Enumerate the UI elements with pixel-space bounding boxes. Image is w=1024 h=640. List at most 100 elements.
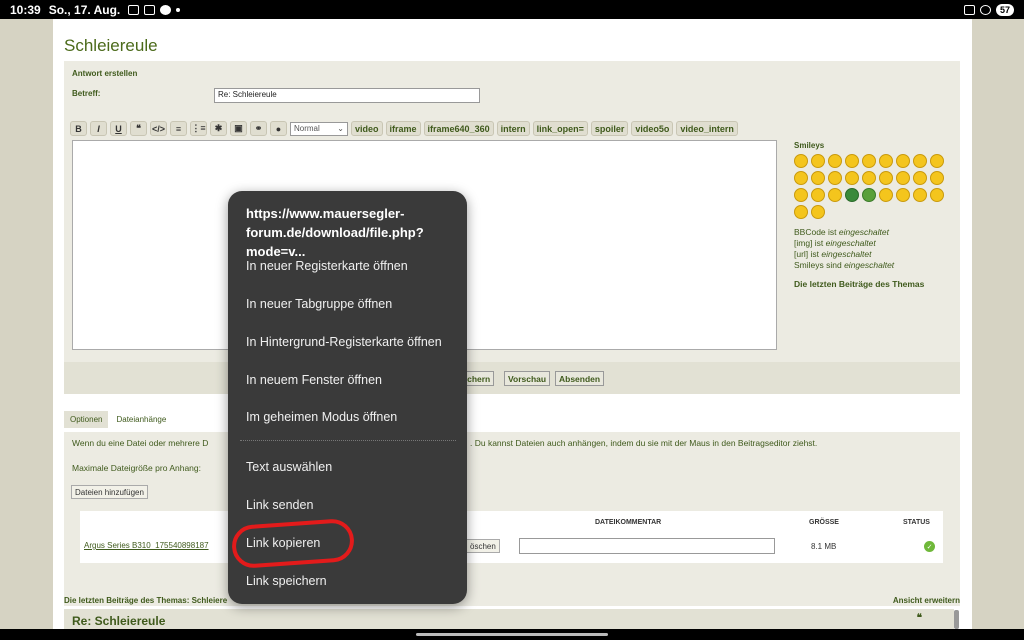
smiley-icon[interactable] [913,171,927,185]
preview-button[interactable]: Vorschau [504,371,551,386]
url-state: eingeschaltet [821,249,872,259]
dnd-icon [979,4,991,15]
smiley-icon[interactable] [811,205,825,219]
color-button[interactable]: ● [270,121,287,136]
recent-posts-label: Die letzten Beiträge des Themas: Schleie… [64,596,228,605]
col-size-header: GRÖSSE [809,519,839,526]
tag-spoiler-button[interactable]: spoiler [590,121,629,136]
context-menu-url: https://www.mauersegler-forum.de/downloa… [246,206,424,259]
link-button[interactable]: ⚭ [250,121,267,136]
bbcode-status: BBCode ist eingeschaltet [img] ist einge… [794,227,954,271]
italic-button[interactable]: I [90,121,107,136]
list-item-button[interactable]: ✱ [210,121,227,136]
smileys-state: eingeschaltet [844,260,895,270]
menu-select-text[interactable]: Text auswählen [246,460,332,474]
smiley-icon[interactable] [794,205,808,219]
tab-attachments[interactable]: Dateianhänge [110,411,173,428]
subject-label: Betreff: [72,89,101,98]
smiley-icon[interactable] [862,188,876,202]
tag-iframe-button[interactable]: iframe [385,121,421,136]
page-title: Schleiereule [64,36,158,55]
tag-video5o-button[interactable]: video5o [631,121,674,136]
smiley-icon[interactable] [828,188,842,202]
tag-link-open-button[interactable]: link_open= [532,121,588,136]
smileys-heading: Smileys [794,141,825,150]
quote-icon[interactable]: ❝ [917,613,922,624]
ordered-list-button[interactable]: ⋮≡ [190,121,207,136]
mail-icon [144,4,156,15]
subject-input[interactable]: Re: Schleiereule [214,88,480,103]
smiley-icon[interactable] [879,171,893,185]
add-files-button[interactable]: Dateien hinzufügen [71,485,148,499]
underline-button[interactable]: U [110,121,127,136]
smiley-icon[interactable] [930,171,944,185]
smiley-icon[interactable] [828,154,842,168]
smiley-icon[interactable] [845,171,859,185]
smiley-icon[interactable] [862,171,876,185]
quote-button[interactable]: ❝ [130,121,147,136]
bold-button[interactable]: B [70,121,87,136]
smiley-icon[interactable] [811,171,825,185]
smiley-icon[interactable] [828,171,842,185]
expand-view-link[interactable]: Ansicht erweitern [893,596,960,605]
bbcode-label: BBCode ist [794,227,839,237]
menu-open-incognito[interactable]: Im geheimen Modus öffnen [246,410,397,424]
code-button[interactable]: </> [150,121,167,136]
smiley-icon[interactable] [845,188,859,202]
url-label: [url] ist [794,249,822,259]
smiley-icon[interactable] [811,154,825,168]
recent-posts-link[interactable]: Die letzten Beiträge des Themas [794,279,954,289]
clock: 10:39 [10,2,41,17]
font-size-select[interactable]: Normal ⌄ [290,121,348,136]
menu-open-new-tab[interactable]: In neuer Registerkarte öffnen [246,259,408,273]
menu-open-background-tab[interactable]: In Hintergrund-Registerkarte öffnen [246,335,442,349]
attach-info-left: Wenn du eine Datei oder mehrere D [72,438,209,448]
page-scrollbar[interactable] [954,610,959,629]
smiley-icon[interactable] [845,154,859,168]
tag-video-intern-button[interactable]: video_intern [676,121,738,136]
smiley-icon[interactable] [862,154,876,168]
smiley-icon[interactable] [930,188,944,202]
tag-video-button[interactable]: video [351,121,383,136]
smiley-icon[interactable] [879,188,893,202]
smiley-icon[interactable] [896,154,910,168]
smiley-icon[interactable] [794,154,808,168]
menu-open-new-window[interactable]: In neuem Fenster öffnen [246,373,382,387]
more-notifications-icon [176,7,181,12]
list-button[interactable]: ≡ [170,121,187,136]
smiley-icon[interactable] [913,188,927,202]
file-size: 8.1 MB [811,542,837,551]
col-status-header: STATUS [903,519,930,526]
menu-share-link[interactable]: Link senden [246,498,313,512]
reply-form: Antwort erstellen Betreff: Re: Schleiere… [64,61,960,379]
smiley-icon[interactable] [794,171,808,185]
smiley-icon[interactable] [811,188,825,202]
form-tabs: Optionen Dateianhänge [64,411,173,428]
submit-button[interactable]: Absenden [555,371,605,386]
smiley-icon[interactable] [930,154,944,168]
tab-options[interactable]: Optionen [64,411,109,428]
smiley-icon[interactable] [879,154,893,168]
gesture-handle[interactable] [416,633,608,636]
menu-save-link[interactable]: Link speichern [246,574,327,588]
smiley-icon[interactable] [794,188,808,202]
attachment-file-link[interactable]: Argus Series B310_175540898187 [84,541,209,550]
check-circle-icon: ✓ [924,541,935,552]
menu-open-new-tab-group[interactable]: In neuer Tabgruppe öffnen [246,297,392,311]
attachments-panel: Wenn du eine Datei oder mehrere D . Du k… [64,432,960,606]
smiley-icon[interactable] [896,188,910,202]
navigation-bar [0,629,1024,640]
tag-intern-button[interactable]: intern [496,121,530,136]
tag-iframe640-button[interactable]: iframe640_360 [423,121,494,136]
smiley-icon[interactable] [896,171,910,185]
bbcode-state: eingeschaltet [838,227,889,237]
chevron-down-icon: ⌄ [337,124,344,133]
file-comment-input[interactable] [519,538,775,554]
delete-attachment-button[interactable]: öschen [466,539,500,553]
status-bar: 10:39 So., 17. Aug. 57 [0,0,1024,19]
image-button[interactable]: ▣ [230,121,247,136]
attachments-table: DATEIKOMMENTAR GRÖSSE STATUS Argus Serie… [80,511,943,563]
img-state: eingeschaltet [825,238,876,248]
smiley-icon[interactable] [913,154,927,168]
post-title[interactable]: Re: Schleiereule [72,614,165,628]
